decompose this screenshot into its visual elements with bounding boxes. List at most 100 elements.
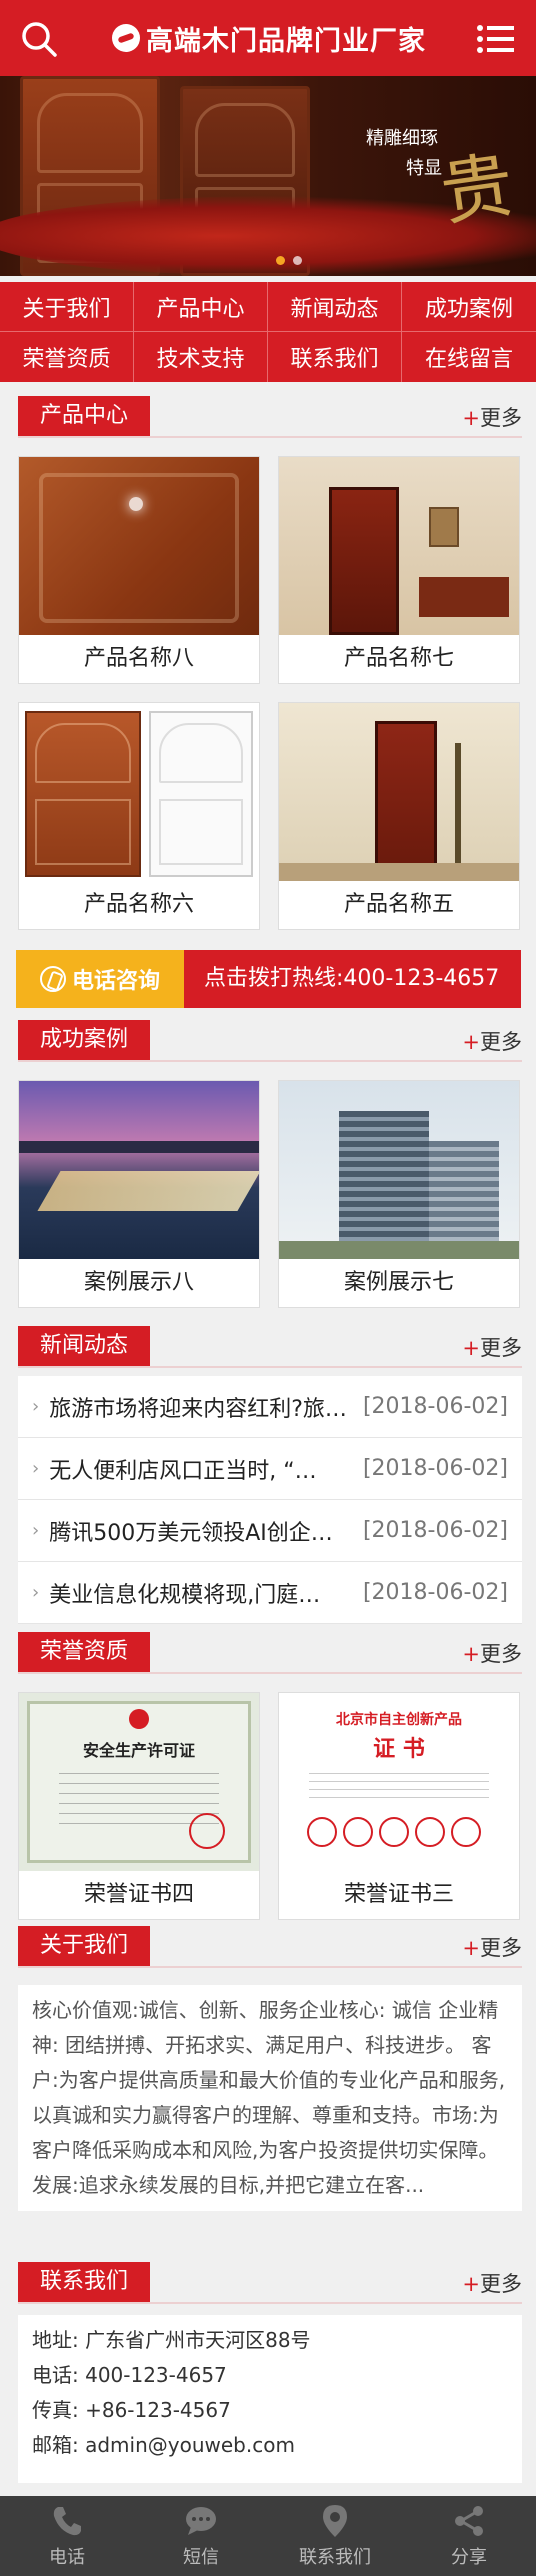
section-divider xyxy=(18,1966,522,1968)
hotline-text[interactable]: 点击拨打热线:400-123-4657 xyxy=(204,950,499,1008)
phone-consult-bar[interactable]: 电话咨询 点击拨打热线:400-123-4657 xyxy=(16,950,521,1008)
section-title: 新闻动态 xyxy=(18,1326,151,1366)
more-text: 更多 xyxy=(480,406,522,430)
tab-share[interactable]: 分享 xyxy=(402,2496,536,2576)
case-card[interactable]: 案例展示八 xyxy=(18,1080,260,1308)
contact-info: 地址: 广东省广州市天河区88号 电话: 400-123-4657 传真: +8… xyxy=(18,2315,522,2483)
more-text: 更多 xyxy=(480,2272,522,2296)
tab-contact[interactable]: 联系我们 xyxy=(268,2496,402,2576)
product-image xyxy=(19,457,259,635)
nav-item-support[interactable]: 技术支持 xyxy=(134,332,268,382)
honor-card[interactable]: 北京市自主创新产品 证 书 荣誉证书三 xyxy=(278,1692,520,1920)
more-link[interactable]: +更多 xyxy=(462,1638,522,1668)
more-link[interactable]: +更多 xyxy=(462,1026,522,1056)
contact-fax: 传真: +86-123-4567 xyxy=(32,2398,231,2422)
search-icon[interactable] xyxy=(20,20,58,58)
contact-phone[interactable]: 电话: 400-123-4657 xyxy=(32,2358,508,2393)
tab-label: 电话 xyxy=(49,2547,85,2568)
plus-icon: + xyxy=(462,1936,480,1960)
news-date: [2018-06-02] xyxy=(362,1518,508,1543)
section-divider xyxy=(18,1060,522,1062)
phone-consult-label: 电话咨询 xyxy=(16,950,184,1008)
news-list: › 旅游市场将迎来内容红利?旅游… [2018-06-02] › 无人便利店风口… xyxy=(18,1376,522,1624)
product-card[interactable]: 产品名称六 xyxy=(18,702,260,930)
news-title: 美业信息化规模将现,门庭… xyxy=(49,1582,321,1608)
honor-card[interactable]: 安全生产许可证 荣誉证书四 xyxy=(18,1692,260,1920)
product-card[interactable]: 产品名称五 xyxy=(278,702,520,930)
pager-dot[interactable] xyxy=(293,256,302,265)
case-image xyxy=(279,1081,519,1259)
more-text: 更多 xyxy=(480,1642,522,1666)
more-text: 更多 xyxy=(480,1936,522,1960)
more-link[interactable]: +更多 xyxy=(462,1932,522,1962)
product-card[interactable]: 产品名称七 xyxy=(278,456,520,684)
section-divider xyxy=(18,1672,522,1674)
plus-icon: + xyxy=(462,2272,480,2296)
location-pin-icon xyxy=(323,2505,347,2537)
nav-item-message[interactable]: 在线留言 xyxy=(402,332,536,382)
contact-address: 地址: 广东省广州市天河区88号 xyxy=(32,2328,311,2352)
certificate-title: 安全生产许可证 xyxy=(82,1741,195,1760)
about-section-header: 关于我们 +更多 xyxy=(0,1926,536,1970)
tab-label: 联系我们 xyxy=(299,2547,371,2568)
product-image xyxy=(279,703,519,881)
more-link[interactable]: +更多 xyxy=(462,2268,522,2298)
nav-item-honors[interactable]: 荣誉资质 xyxy=(0,332,134,382)
news-item[interactable]: › 美业信息化规模将现,门庭… [2018-06-02] xyxy=(18,1562,522,1624)
news-section-header: 新闻动态 +更多 xyxy=(0,1326,536,1370)
message-icon xyxy=(186,2507,216,2535)
contact-email[interactable]: 邮箱: admin@youweb.com xyxy=(32,2428,508,2463)
nav-item-cases[interactable]: 成功案例 xyxy=(402,282,536,332)
honors-section-header: 荣誉资质 +更多 xyxy=(0,1632,536,1676)
case-name: 案例展示八 xyxy=(83,1270,194,1295)
honor-image: 安全生产许可证 xyxy=(19,1693,259,1871)
product-name: 产品名称六 xyxy=(83,892,194,917)
case-card[interactable]: 案例展示七 xyxy=(278,1080,520,1308)
tab-phone[interactable]: 电话 xyxy=(0,2496,134,2576)
product-image xyxy=(19,703,259,881)
nav-item-contact[interactable]: 联系我们 xyxy=(268,332,402,382)
honor-name: 荣誉证书三 xyxy=(343,1882,454,1907)
contact-section-header: 联系我们 +更多 xyxy=(0,2262,536,2306)
nav-item-products[interactable]: 产品中心 xyxy=(134,282,268,332)
product-name: 产品名称七 xyxy=(343,646,454,671)
plus-icon: + xyxy=(462,406,480,430)
news-date: [2018-06-02] xyxy=(362,1580,508,1605)
section-title: 荣誉资质 xyxy=(18,1632,151,1672)
news-item[interactable]: › 无人便利店风口正当时, “… [2018-06-02] xyxy=(18,1438,522,1500)
product-name: 产品名称五 xyxy=(343,892,454,917)
case-name: 案例展示七 xyxy=(343,1270,454,1295)
more-link[interactable]: +更多 xyxy=(462,402,522,432)
phone-icon xyxy=(53,2507,81,2536)
tab-sms[interactable]: 短信 xyxy=(134,2496,268,2576)
banner-tagline: 精雕细琢 特显 xyxy=(366,124,442,184)
chevron-right-icon: › xyxy=(32,1396,40,1417)
header-bar: 高端木门品牌门业厂家 xyxy=(0,0,536,76)
news-item[interactable]: › 腾讯500万美元领投AI创企… [2018-06-02] xyxy=(18,1500,522,1562)
chevron-right-icon: › xyxy=(32,1582,40,1603)
more-text: 更多 xyxy=(480,1336,522,1360)
chevron-right-icon: › xyxy=(32,1520,40,1541)
products-section-header: 产品中心 +更多 xyxy=(0,396,536,440)
hero-banner[interactable]: 精雕细琢 特显 贵 xyxy=(0,76,536,276)
tab-label: 短信 xyxy=(183,2547,219,2568)
news-title: 无人便利店风口正当时, “… xyxy=(49,1458,317,1484)
menu-icon[interactable] xyxy=(476,24,514,54)
nav-item-news[interactable]: 新闻动态 xyxy=(268,282,402,332)
news-date: [2018-06-02] xyxy=(362,1456,508,1481)
banner-pager[interactable] xyxy=(276,256,302,265)
news-title: 旅游市场将迎来内容红利?旅游… xyxy=(49,1396,350,1422)
section-title: 成功案例 xyxy=(18,1020,151,1060)
plus-icon: + xyxy=(462,1642,480,1666)
nav-item-about[interactable]: 关于我们 xyxy=(0,282,134,332)
honor-name: 荣誉证书四 xyxy=(83,1882,194,1907)
pager-dot[interactable] xyxy=(276,256,285,265)
plus-icon: + xyxy=(462,1030,480,1054)
more-link[interactable]: +更多 xyxy=(462,1332,522,1362)
section-divider xyxy=(18,436,522,438)
case-image xyxy=(19,1081,259,1259)
section-divider xyxy=(18,2302,522,2304)
site-brand[interactable]: 高端木门品牌门业厂家 xyxy=(112,18,432,58)
news-item[interactable]: › 旅游市场将迎来内容红利?旅游… [2018-06-02] xyxy=(18,1376,522,1438)
product-card[interactable]: 产品名称八 xyxy=(18,456,260,684)
